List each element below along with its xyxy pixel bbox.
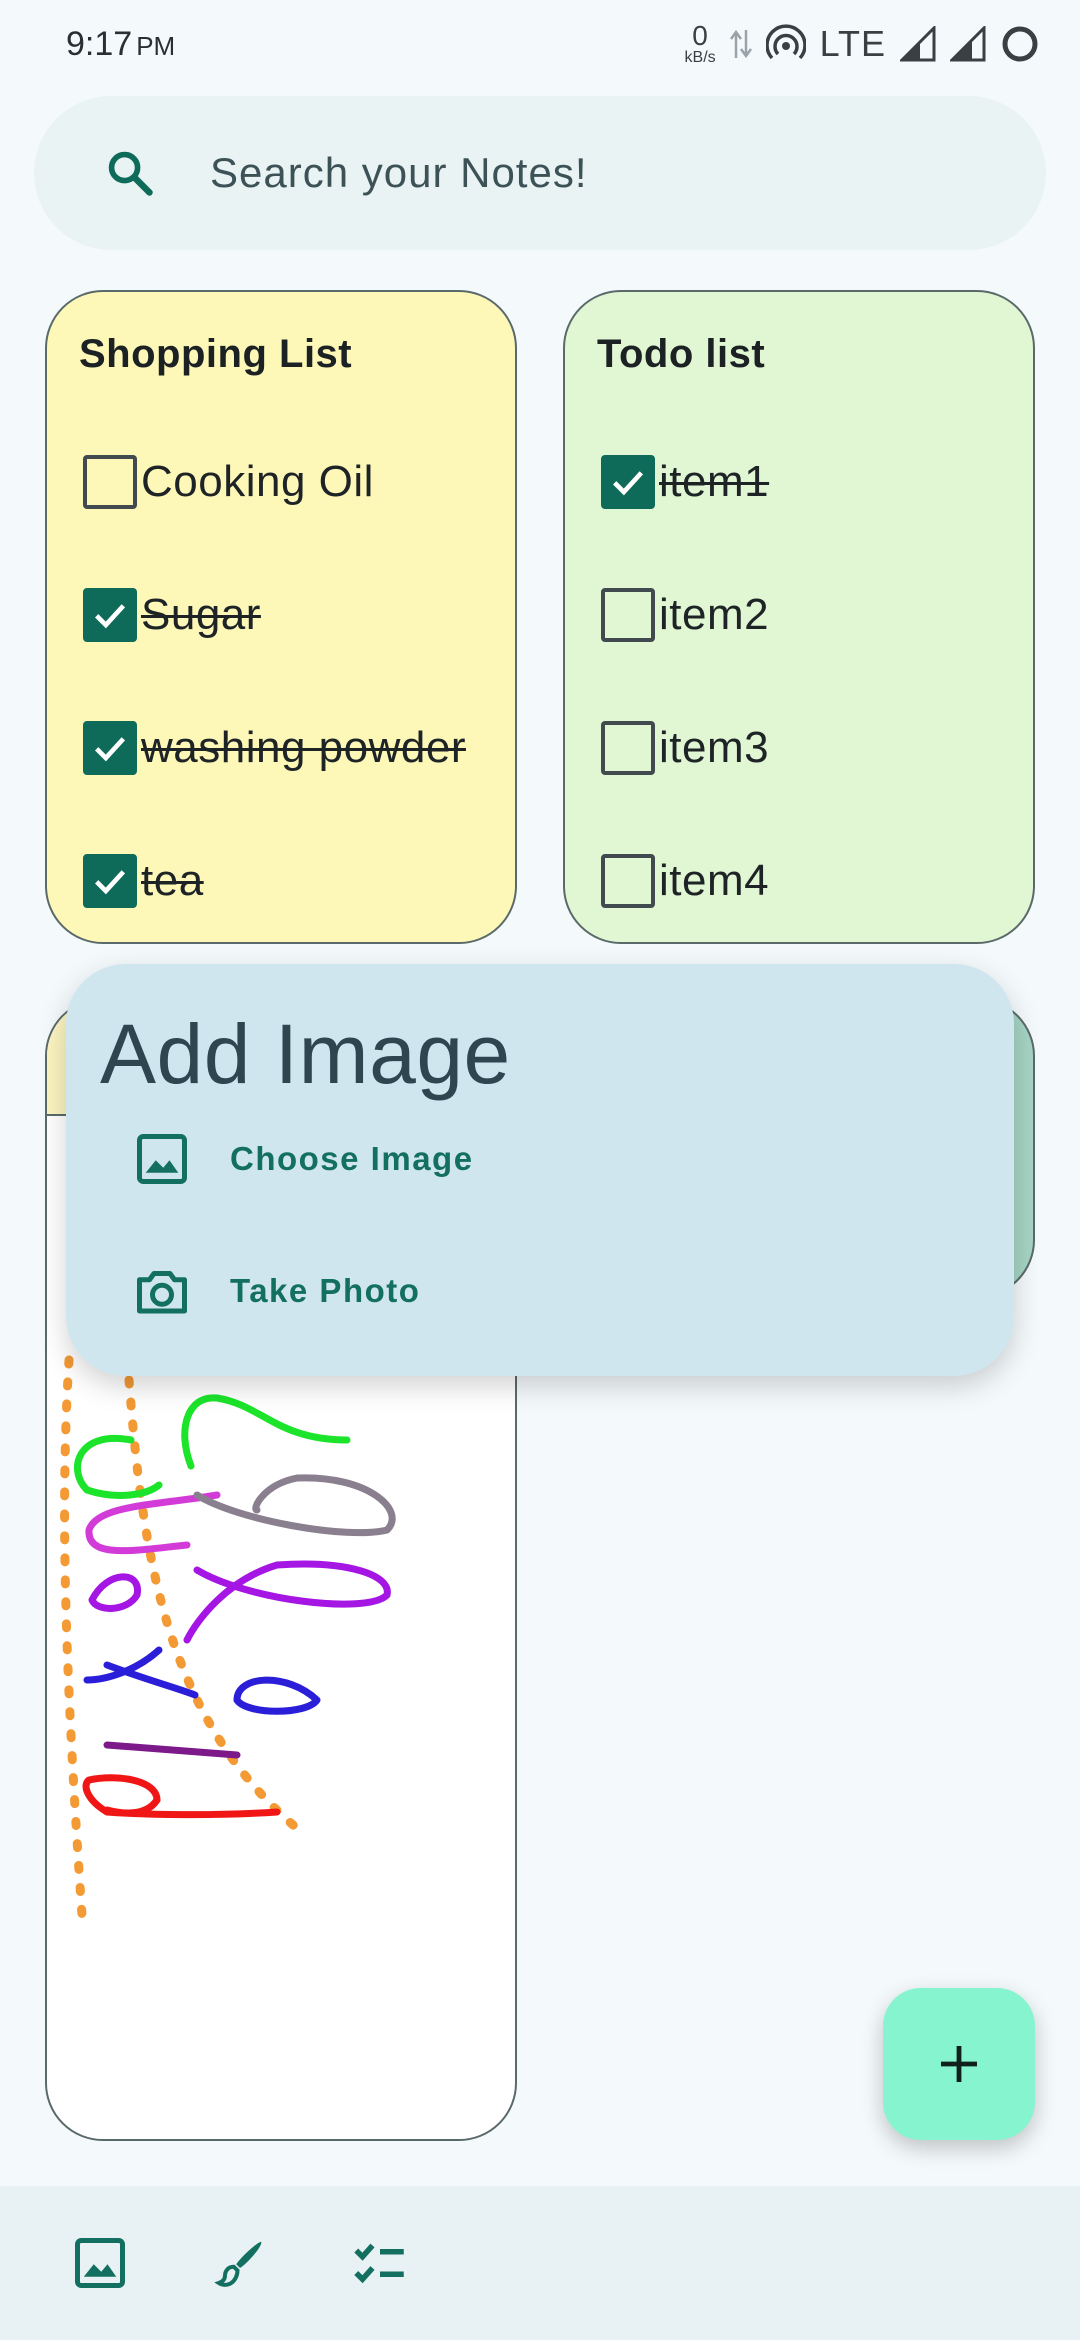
checklist-icon[interactable] xyxy=(350,2233,410,2293)
checklist-item-label: Cooking Oil xyxy=(141,457,374,506)
bottom-app-bar xyxy=(0,2186,1080,2340)
status-ampm: PM xyxy=(136,30,176,61)
checklist-item-label: tea xyxy=(141,856,204,905)
note-card-shopping-list[interactable]: Shopping List Cooking Oil Sugar washing … xyxy=(45,290,517,944)
checkbox-checked[interactable] xyxy=(83,721,137,775)
checkbox-unchecked[interactable] xyxy=(601,588,655,642)
check-icon xyxy=(95,604,126,629)
add-image-dialog: Add Image Choose Image Take Photo xyxy=(66,964,1014,1376)
status-time: 9:17 PM xyxy=(66,25,175,64)
battery-icon xyxy=(1002,26,1038,62)
plus-icon xyxy=(941,2046,977,2082)
note-title: Shopping List xyxy=(79,332,353,376)
choose-image-button[interactable]: Choose Image xyxy=(132,1114,474,1204)
checkbox-checked[interactable] xyxy=(83,854,137,908)
search-input[interactable] xyxy=(210,149,970,197)
checklist-item[interactable]: Sugar xyxy=(83,585,261,645)
dialog-title: Add Image xyxy=(100,1007,511,1101)
checklist-item[interactable]: tea xyxy=(83,851,204,911)
status-indicators: 0 kB/s LTE xyxy=(685,22,1040,66)
note-title: Todo list xyxy=(597,332,766,376)
checklist-item[interactable]: item1 xyxy=(601,452,769,512)
choose-image-label: Choose Image xyxy=(230,1140,474,1177)
brush-icon[interactable] xyxy=(210,2233,270,2293)
checklist-item-label: washing powder xyxy=(141,723,466,772)
search-icon[interactable] xyxy=(104,147,156,199)
search-bar[interactable] xyxy=(34,96,1046,250)
status-clock: 9:17 xyxy=(66,24,133,63)
status-bar: 9:17 PM 0 kB/s LTE xyxy=(0,0,1080,88)
note-card-todo-list[interactable]: Todo list item1 item2 item3 item4 xyxy=(563,290,1035,944)
checklist-item-label: item2 xyxy=(659,590,770,639)
checkbox-checked[interactable] xyxy=(601,455,655,509)
network-speed-value: 0 xyxy=(692,20,708,51)
signal-icon-1 xyxy=(900,26,936,62)
checkbox-checked[interactable] xyxy=(83,588,137,642)
network-speed: 0 kB/s xyxy=(685,22,716,66)
take-photo-button[interactable]: Take Photo xyxy=(132,1246,420,1336)
checkbox-unchecked[interactable] xyxy=(601,721,655,775)
checklist-item[interactable]: item3 xyxy=(601,718,769,778)
network-type: LTE xyxy=(819,23,886,64)
checklist-item-label: Sugar xyxy=(141,590,261,639)
checkbox-unchecked[interactable] xyxy=(601,854,655,908)
hotspot-icon xyxy=(765,24,806,60)
checklist-item-label: item1 xyxy=(659,457,770,506)
checklist-item[interactable]: Cooking Oil xyxy=(83,452,374,512)
checkbox-unchecked[interactable] xyxy=(83,455,137,509)
image-icon[interactable] xyxy=(70,2233,130,2293)
data-transfer-icon xyxy=(729,29,752,59)
signal-icon-2 xyxy=(950,26,986,62)
camera-icon xyxy=(137,1271,187,1314)
checklist-item-label: item3 xyxy=(659,723,770,772)
network-speed-unit: kB/s xyxy=(684,49,716,66)
check-icon xyxy=(95,737,126,762)
take-photo-label: Take Photo xyxy=(230,1272,421,1309)
checklist-item[interactable]: washing powder xyxy=(83,718,466,778)
checklist-item-label: item4 xyxy=(659,856,770,905)
add-note-button[interactable] xyxy=(883,1988,1035,2140)
check-icon xyxy=(95,870,126,895)
checklist-item[interactable]: item4 xyxy=(601,851,769,911)
check-icon xyxy=(613,471,644,496)
image-icon xyxy=(137,1134,187,1184)
checklist-item[interactable]: item2 xyxy=(601,585,769,645)
